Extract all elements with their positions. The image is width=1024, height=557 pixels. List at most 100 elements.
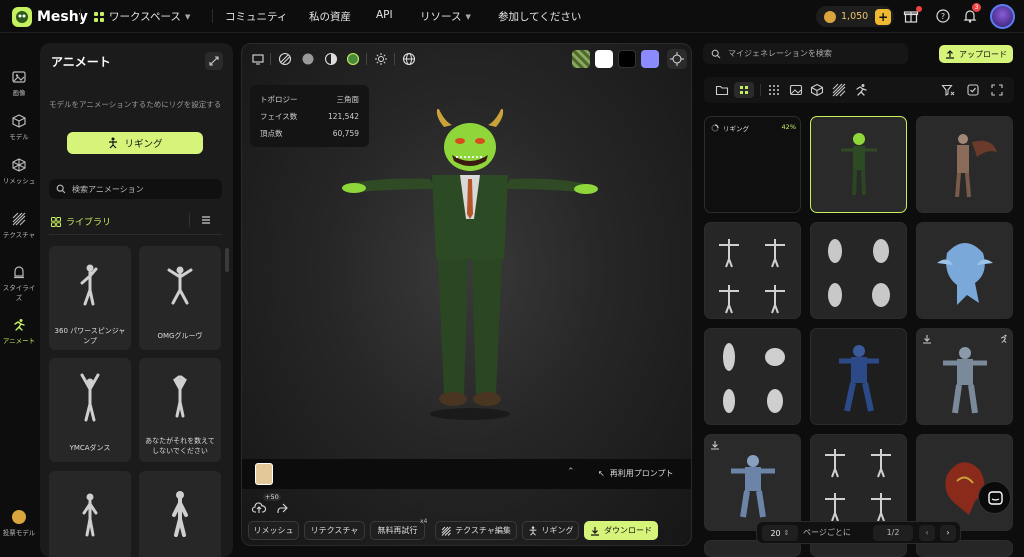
page-indicator[interactable]: 1/2 <box>873 525 913 541</box>
clear-filter-icon[interactable] <box>941 83 955 97</box>
goblin-model-render <box>342 109 598 420</box>
nav-community[interactable]: コミュニティ <box>225 9 287 24</box>
gallery-item[interactable] <box>704 328 801 425</box>
gallery-item[interactable] <box>916 328 1013 425</box>
rail-item-animate[interactable]: アニメート <box>2 318 36 345</box>
folder-icon[interactable] <box>715 83 729 97</box>
remesh-button[interactable]: リメッシュ <box>248 521 299 540</box>
page-size-select[interactable]: 20 ⇕ <box>762 525 798 541</box>
rail-item-remesh[interactable]: リメッシュ <box>2 158 36 185</box>
viewport-bottom-bar: ⌃ ↖ 再利用プロンプト <box>242 459 691 489</box>
list-menu-icon[interactable] <box>200 214 212 226</box>
material-mode-icon[interactable] <box>278 52 292 66</box>
all-items-filter-icon[interactable] <box>767 83 781 97</box>
reference-image-thumbnail[interactable] <box>255 463 273 485</box>
gallery-item[interactable] <box>810 222 907 319</box>
color-swatch-white[interactable] <box>595 50 613 68</box>
rigging-action-button[interactable]: リギング <box>522 521 579 540</box>
focus-button[interactable] <box>667 49 687 69</box>
rigging-status: リギング 42% <box>711 123 796 133</box>
add-credits-button[interactable]: + <box>875 8 892 25</box>
gallery-item[interactable] <box>704 222 801 319</box>
rail-item-stylize[interactable]: スタイライズ <box>2 265 36 302</box>
share-icon[interactable] <box>275 501 289 515</box>
animation-card[interactable] <box>139 471 221 557</box>
rigging-progress-card[interactable]: リギング 42% <box>704 116 801 213</box>
arrow-up-left-icon: ↖ <box>598 469 605 478</box>
download-icon[interactable] <box>922 334 932 344</box>
gallery-item[interactable] <box>704 434 801 531</box>
download-button[interactable]: ダウンロード <box>584 521 658 540</box>
rail-item-texture[interactable]: テクスチャ <box>2 212 36 239</box>
panel-scrollbar[interactable] <box>225 248 229 272</box>
fullscreen-icon[interactable] <box>990 83 1004 97</box>
model-filter-icon[interactable] <box>810 83 824 97</box>
animation-card[interactable]: あなたがそれを数えてしないでください <box>139 358 221 462</box>
shaded-sphere-icon[interactable] <box>324 52 338 66</box>
upload-cloud-icon[interactable] <box>252 501 266 515</box>
animation-card[interactable]: OMGグルーヴ <box>139 246 221 350</box>
gallery-filter-bar <box>704 77 1014 103</box>
nav-api[interactable]: API <box>376 9 393 21</box>
panel-title: アニメート <box>51 55 111 69</box>
pose-figure-image <box>173 375 187 418</box>
globe-icon[interactable] <box>402 52 416 66</box>
reuse-prompt-button[interactable]: ↖ 再利用プロンプト <box>598 468 673 479</box>
texture-swatch[interactable] <box>572 50 590 68</box>
solid-sphere-icon[interactable] <box>301 52 315 66</box>
expand-button[interactable] <box>205 52 223 70</box>
monitor-icon[interactable] <box>251 52 265 66</box>
rigging-button[interactable]: リギング <box>67 132 203 154</box>
next-page-button[interactable]: › <box>940 525 956 541</box>
color-swatch-black[interactable] <box>618 50 636 68</box>
animation-filter-icon[interactable] <box>854 83 868 97</box>
free-retry-button[interactable]: 無料再試行 <box>370 521 425 540</box>
gallery-item[interactable] <box>810 434 907 531</box>
chat-support-button[interactable] <box>978 481 1011 514</box>
rail-item-image[interactable]: 画像 <box>2 70 36 97</box>
gallery-item-selected[interactable] <box>810 116 907 213</box>
svg-text:?: ? <box>941 12 945 21</box>
upload-button[interactable]: アップロード <box>939 45 1013 63</box>
nav-assets[interactable]: 私の資産 <box>309 9 351 24</box>
rail-label: テクスチャ <box>2 231 36 239</box>
retry-multiplier-badge: x4 <box>420 518 428 525</box>
grid-view-toggle[interactable] <box>734 82 754 98</box>
model-viewport[interactable]: トポロジー 三角面 フェイス数 121,542 頂点数 60,759 ⌃ ↖ 再… <box>241 43 692 546</box>
animation-card[interactable]: 360 パワースピンジャンプ <box>49 246 131 350</box>
texture-edit-button[interactable]: テクスチャ編集 <box>435 521 517 540</box>
nav-resources[interactable]: リソース ▼ <box>420 9 471 24</box>
previous-page-button[interactable]: ‹ <box>919 525 935 541</box>
rail-item-vote[interactable]: 投票モデル <box>2 510 36 537</box>
animation-name: あなたがそれを数えてしないでください <box>145 437 215 455</box>
stat-topology: トポロジー 三角面 <box>260 91 359 108</box>
search-icon <box>711 49 721 58</box>
updown-chevron-icon: ⇕ <box>783 529 790 537</box>
nav-join[interactable]: 参加してください <box>498 9 581 24</box>
select-checkbox-icon[interactable] <box>966 83 980 97</box>
nav-divider <box>80 9 81 23</box>
library-tab[interactable]: ライブラリ <box>51 215 111 228</box>
download-icon[interactable] <box>710 440 720 450</box>
nav-workspace[interactable]: ワークスペース ▼ <box>93 9 190 24</box>
expand-toggle-icon[interactable]: ⌃ <box>567 467 575 477</box>
textured-sphere-icon[interactable] <box>346 52 360 66</box>
color-swatch-purple[interactable] <box>641 50 659 68</box>
gallery-item[interactable] <box>810 328 907 425</box>
rail-item-model[interactable]: モデル <box>2 114 36 141</box>
generation-search-input[interactable]: マイジェネレーションを検索 <box>703 43 908 64</box>
help-icon[interactable]: ? <box>935 8 951 24</box>
credits-pill[interactable]: 1,050 + <box>816 6 894 27</box>
gallery-item[interactable] <box>916 116 1013 213</box>
brand-logo[interactable]: Meshy <box>12 7 88 27</box>
gallery-item[interactable] <box>916 222 1013 319</box>
animation-card[interactable]: YMCAダンス <box>49 358 131 462</box>
user-avatar[interactable] <box>990 4 1015 29</box>
image-filter-icon[interactable] <box>789 83 803 97</box>
retexture-button[interactable]: リテクスチャ <box>304 521 365 540</box>
download-label: ダウンロード <box>604 526 652 535</box>
animation-search-input[interactable]: 検索アニメーション <box>49 179 222 199</box>
texture-filter-icon[interactable] <box>832 83 846 97</box>
animation-card[interactable] <box>49 471 131 557</box>
light-icon[interactable] <box>374 52 388 66</box>
